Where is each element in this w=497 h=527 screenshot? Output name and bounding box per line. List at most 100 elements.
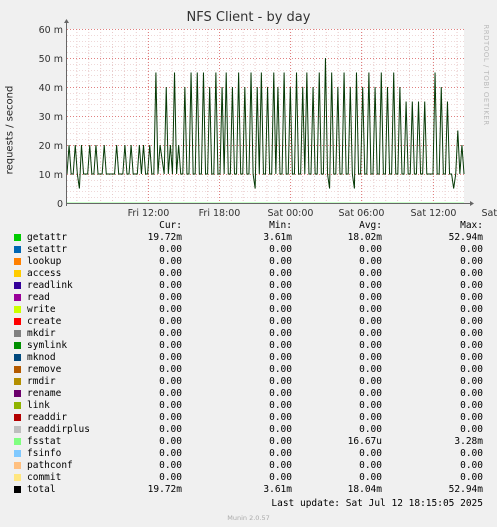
y-tick-label: 20 m xyxy=(39,141,63,152)
legend-max-value: 52.94m xyxy=(448,484,483,495)
legend-series-name: rename xyxy=(27,388,62,399)
legend-swatch xyxy=(14,270,21,277)
legend-row-mkdir: mkdir 0.00 0.00 0.00 0.00 xyxy=(0,328,497,340)
legend-max-value: 0.00 xyxy=(460,460,483,471)
legend-min-value: 0.00 xyxy=(269,304,292,315)
legend-header-cur: Cur: xyxy=(159,220,182,231)
legend-cur-value: 0.00 xyxy=(159,472,182,483)
legend-min-value: 0.00 xyxy=(269,412,292,423)
legend-avg-value: 0.00 xyxy=(359,268,382,279)
legend-cur-value: 0.00 xyxy=(159,244,182,255)
legend-series-name: readdirplus xyxy=(27,424,90,435)
legend-series-name: setattr xyxy=(27,244,68,255)
legend-cur-value: 19.72m xyxy=(147,232,182,243)
legend-min-value: 0.00 xyxy=(269,388,292,399)
y-tick-label: 60 m xyxy=(39,25,63,36)
legend-min-value: 0.00 xyxy=(269,472,292,483)
legend-header: Cur: Min: Avg: Max: xyxy=(0,220,497,232)
legend-series-name: access xyxy=(27,268,62,279)
legend-avg-value: 0.00 xyxy=(359,412,382,423)
legend-min-value: 0.00 xyxy=(269,340,292,351)
legend-row-read: read 0.00 0.00 0.00 0.00 xyxy=(0,292,497,304)
legend-min-value: 0.00 xyxy=(269,448,292,459)
legend-max-value: 0.00 xyxy=(460,400,483,411)
y-tick-label: 30 m xyxy=(39,112,63,123)
legend-avg-value: 0.00 xyxy=(359,340,382,351)
legend-series-name: total xyxy=(27,484,56,495)
rrdtool-brand-box: RRDTOOL / TOBI OETIKER xyxy=(480,20,492,130)
legend-max-value: 0.00 xyxy=(460,316,483,327)
legend-swatch xyxy=(14,462,21,469)
legend-min-value: 0.00 xyxy=(269,328,292,339)
legend-swatch xyxy=(14,414,21,421)
legend-table: Cur: Min: Avg: Max: getattr 19.72m 3.61m 18… xyxy=(0,220,497,496)
legend-row-link: link 0.00 0.00 0.00 0.00 xyxy=(0,400,497,412)
y-tick-label: 0 xyxy=(57,199,63,210)
legend-series-name: mknod xyxy=(27,352,56,363)
legend-series-name: rmdir xyxy=(27,376,56,387)
legend-min-value: 0.00 xyxy=(269,280,292,291)
legend-row-write: write 0.00 0.00 0.00 0.00 xyxy=(0,304,497,316)
y-axis-label-box: requests / second xyxy=(2,85,18,175)
legend-max-value: 0.00 xyxy=(460,304,483,315)
legend-max-value: 3.28m xyxy=(454,436,483,447)
x-tick-label: Sat 18:00 xyxy=(482,208,497,219)
legend-cur-value: 0.00 xyxy=(159,328,182,339)
legend-cur-value: 0.00 xyxy=(159,256,182,267)
legend-swatch xyxy=(14,258,21,265)
legend-avg-value: 0.00 xyxy=(359,244,382,255)
legend-avg-value: 0.00 xyxy=(359,400,382,411)
legend-min-value: 0.00 xyxy=(269,376,292,387)
legend-swatch xyxy=(14,342,21,349)
y-tick-label: 40 m xyxy=(39,83,63,94)
legend-series-name: readlink xyxy=(27,280,73,291)
rrdtool-brand: RRDTOOL / TOBI OETIKER xyxy=(482,24,490,126)
last-update: Last update: Sat Jul 12 18:15:05 2025 xyxy=(271,498,483,509)
legend-series-name: readdir xyxy=(27,412,68,423)
x-tick-label: Sat 00:00 xyxy=(268,208,314,219)
legend-max-value: 0.00 xyxy=(460,472,483,483)
legend-swatch xyxy=(14,474,21,481)
x-axis-arrow xyxy=(470,201,474,206)
legend-series-name: remove xyxy=(27,364,62,375)
legend-min-value: 0.00 xyxy=(269,364,292,375)
legend-min-value: 0.00 xyxy=(269,316,292,327)
legend-avg-value: 0.00 xyxy=(359,352,382,363)
legend-swatch xyxy=(14,366,21,373)
legend-cur-value: 0.00 xyxy=(159,304,182,315)
nfs-client-chart: 0 10 m 20 m 30 m 40 m 50 m 60 m Fri 12:00 Fri 18… xyxy=(39,19,497,219)
legend-avg-value: 0.00 xyxy=(359,316,382,327)
legend-cur-value: 0.00 xyxy=(159,352,182,363)
legend-avg-value: 0.00 xyxy=(359,304,382,315)
legend-min-value: 0.00 xyxy=(269,436,292,447)
legend-min-value: 3.61m xyxy=(263,232,292,243)
legend-swatch xyxy=(14,378,21,385)
legend-min-value: 3.61m xyxy=(263,484,292,495)
legend-swatch xyxy=(14,294,21,301)
legend-row-readlink: readlink 0.00 0.00 0.00 0.00 xyxy=(0,280,497,292)
legend-series-name: mkdir xyxy=(27,328,56,339)
legend-avg-value: 18.02m xyxy=(347,232,382,243)
x-tick-label: Sat 06:00 xyxy=(339,208,385,219)
legend-cur-value: 0.00 xyxy=(159,340,182,351)
legend-cur-value: 0.00 xyxy=(159,448,182,459)
legend-row-commit: commit 0.00 0.00 0.00 0.00 xyxy=(0,472,497,484)
legend-min-value: 0.00 xyxy=(269,352,292,363)
legend-min-value: 0.00 xyxy=(269,292,292,303)
legend-row-rmdir: rmdir 0.00 0.00 0.00 0.00 xyxy=(0,376,497,388)
legend-series-name: link xyxy=(27,400,50,411)
legend-min-value: 0.00 xyxy=(269,244,292,255)
legend-avg-value: 0.00 xyxy=(359,292,382,303)
legend-row-rename: rename 0.00 0.00 0.00 0.00 xyxy=(0,388,497,400)
legend-swatch xyxy=(14,330,21,337)
legend-series-name: fsinfo xyxy=(27,448,62,459)
legend-cur-value: 19.72m xyxy=(147,484,182,495)
legend-max-value: 0.00 xyxy=(460,388,483,399)
legend-max-value: 0.00 xyxy=(460,412,483,423)
y-tick-label: 50 m xyxy=(39,54,63,65)
legend-avg-value: 0.00 xyxy=(359,472,382,483)
legend-max-value: 52.94m xyxy=(448,232,483,243)
legend-min-value: 0.00 xyxy=(269,460,292,471)
legend-avg-value: 0.00 xyxy=(359,376,382,387)
legend-swatch xyxy=(14,282,21,289)
